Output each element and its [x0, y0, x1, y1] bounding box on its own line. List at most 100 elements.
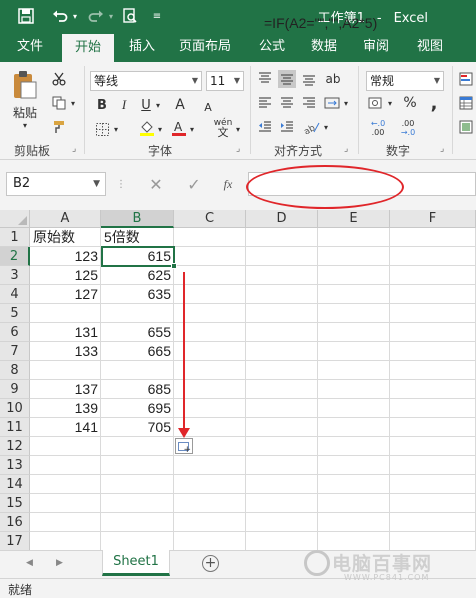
number-launcher-icon[interactable]: ⌟: [440, 144, 444, 154]
align-top-icon[interactable]: [256, 70, 274, 88]
redo-icon[interactable]: [86, 6, 106, 26]
row-header-16[interactable]: 16: [0, 513, 30, 532]
copy-icon[interactable]: [50, 94, 68, 112]
column-header-b[interactable]: B: [101, 210, 174, 228]
drag-handle-icon[interactable]: ⋮: [116, 176, 126, 192]
decrease-indent-icon[interactable]: [256, 118, 274, 136]
row-header-11[interactable]: 11: [0, 418, 30, 437]
align-center-icon[interactable]: [278, 94, 296, 112]
align-middle-icon[interactable]: [278, 70, 296, 88]
cell-b1[interactable]: 5倍数: [101, 228, 174, 247]
row-header-3[interactable]: 3: [0, 266, 30, 285]
borders-dropdown-icon[interactable]: ▾: [112, 120, 120, 138]
align-right-icon[interactable]: [300, 94, 318, 112]
cell-a7[interactable]: 133: [30, 342, 101, 361]
accounting-dropdown-icon[interactable]: ▾: [386, 94, 394, 112]
paste-dropdown-icon[interactable]: ▾: [20, 120, 30, 130]
tab-data[interactable]: 数据: [302, 32, 346, 62]
tab-page-layout[interactable]: 页面布局: [172, 32, 238, 62]
column-header-f[interactable]: F: [390, 210, 476, 228]
fill-color-dropdown-icon[interactable]: ▾: [156, 120, 164, 138]
bold-icon[interactable]: B: [94, 96, 110, 114]
comma-style-icon[interactable]: ,: [426, 93, 442, 114]
cell-b10[interactable]: 695: [101, 399, 174, 418]
wrap-text-icon[interactable]: ab: [324, 70, 342, 88]
row-header-4[interactable]: 4: [0, 285, 30, 304]
row-header-6[interactable]: 6: [0, 323, 30, 342]
row-header-7[interactable]: 7: [0, 342, 30, 361]
cell-a4[interactable]: 127: [30, 285, 101, 304]
conditional-formatting-icon[interactable]: [458, 70, 474, 88]
cell-a11[interactable]: 141: [30, 418, 101, 437]
column-header-e[interactable]: E: [318, 210, 390, 228]
font-size-combo[interactable]: 11 ▼: [206, 71, 244, 91]
row-header-10[interactable]: 10: [0, 399, 30, 418]
tab-formulas[interactable]: 公式: [250, 32, 294, 62]
accounting-format-icon[interactable]: [366, 94, 386, 112]
tab-view[interactable]: 视图: [408, 32, 452, 62]
tab-home[interactable]: 开始: [62, 34, 114, 62]
format-painter-icon[interactable]: [50, 118, 68, 136]
sheet-tab-sheet1[interactable]: Sheet1: [102, 550, 170, 576]
row-header-8[interactable]: 8: [0, 361, 30, 380]
undo-dropdown-icon[interactable]: ▾: [70, 6, 80, 26]
format-as-table-icon[interactable]: [458, 94, 474, 112]
cell-a3[interactable]: 125: [30, 266, 101, 285]
align-left-icon[interactable]: [256, 94, 274, 112]
fill-handle[interactable]: [171, 263, 177, 269]
row-header-17[interactable]: 17: [0, 532, 30, 551]
enter-check-icon[interactable]: ✓: [184, 174, 204, 194]
row-header-15[interactable]: 15: [0, 494, 30, 513]
cell-a6[interactable]: 131: [30, 323, 101, 342]
sheet-scroll-left-icon[interactable]: ◀: [26, 558, 33, 568]
copy-dropdown-icon[interactable]: ▾: [68, 94, 78, 112]
cell-a1[interactable]: 原始数: [30, 228, 101, 247]
number-format-combo[interactable]: 常规 ▼: [366, 71, 444, 91]
column-header-a[interactable]: A: [30, 210, 101, 228]
undo-icon[interactable]: [50, 6, 70, 26]
font-launcher-icon[interactable]: ⌟: [236, 144, 240, 154]
column-header-d[interactable]: D: [246, 210, 318, 228]
font-grow-icon[interactable]: A: [172, 96, 188, 114]
cell-b7[interactable]: 665: [101, 342, 174, 361]
cell-a2[interactable]: 123: [30, 247, 101, 266]
cell-b6[interactable]: 655: [101, 323, 174, 342]
align-bottom-icon[interactable]: [300, 70, 318, 88]
name-box[interactable]: B2 ▼: [6, 172, 106, 196]
borders-icon[interactable]: [94, 120, 110, 138]
cancel-icon[interactable]: ✕: [146, 174, 166, 194]
customize-qat-icon[interactable]: ≡: [150, 6, 164, 26]
tab-file[interactable]: 文件: [8, 32, 52, 62]
cell-styles-icon[interactable]: [458, 118, 474, 136]
chevron-down-icon[interactable]: ▼: [434, 72, 440, 90]
row-header-1[interactable]: 1: [0, 228, 30, 247]
merge-center-icon[interactable]: [322, 94, 342, 112]
chevron-down-icon[interactable]: ▼: [192, 72, 198, 90]
cell-a10[interactable]: 139: [30, 399, 101, 418]
cell-b4[interactable]: 635: [101, 285, 174, 304]
font-color-dropdown-icon[interactable]: ▾: [188, 120, 196, 138]
font-shrink-icon[interactable]: A: [200, 98, 216, 116]
insert-function-icon[interactable]: fx: [218, 174, 238, 194]
phonetic-dropdown-icon[interactable]: ▾: [234, 120, 242, 138]
percent-style-icon[interactable]: %: [402, 94, 418, 112]
quick-analysis-icon[interactable]: [175, 438, 193, 455]
tab-review[interactable]: 审阅: [354, 32, 398, 62]
row-header-9[interactable]: 9: [0, 380, 30, 399]
cut-icon[interactable]: [50, 70, 68, 88]
alignment-launcher-icon[interactable]: ⌟: [344, 144, 348, 154]
chevron-down-icon[interactable]: ▼: [234, 72, 240, 90]
column-header-c[interactable]: C: [174, 210, 246, 228]
underline-dropdown-icon[interactable]: ▾: [154, 96, 162, 114]
italic-icon[interactable]: I: [116, 96, 132, 114]
fill-color-icon[interactable]: [138, 118, 156, 138]
chevron-down-icon[interactable]: ▼: [93, 173, 100, 195]
clipboard-launcher-icon[interactable]: ⌟: [72, 144, 76, 154]
merge-dropdown-icon[interactable]: ▾: [342, 94, 350, 112]
increase-decimal-icon[interactable]: ←.0.00: [368, 118, 388, 138]
redo-dropdown-icon[interactable]: ▾: [106, 6, 116, 26]
save-icon[interactable]: [16, 6, 36, 26]
phonetic-guide-icon[interactable]: wén 文: [212, 118, 234, 139]
print-preview-icon[interactable]: [120, 6, 140, 26]
add-sheet-icon[interactable]: +: [202, 555, 219, 572]
